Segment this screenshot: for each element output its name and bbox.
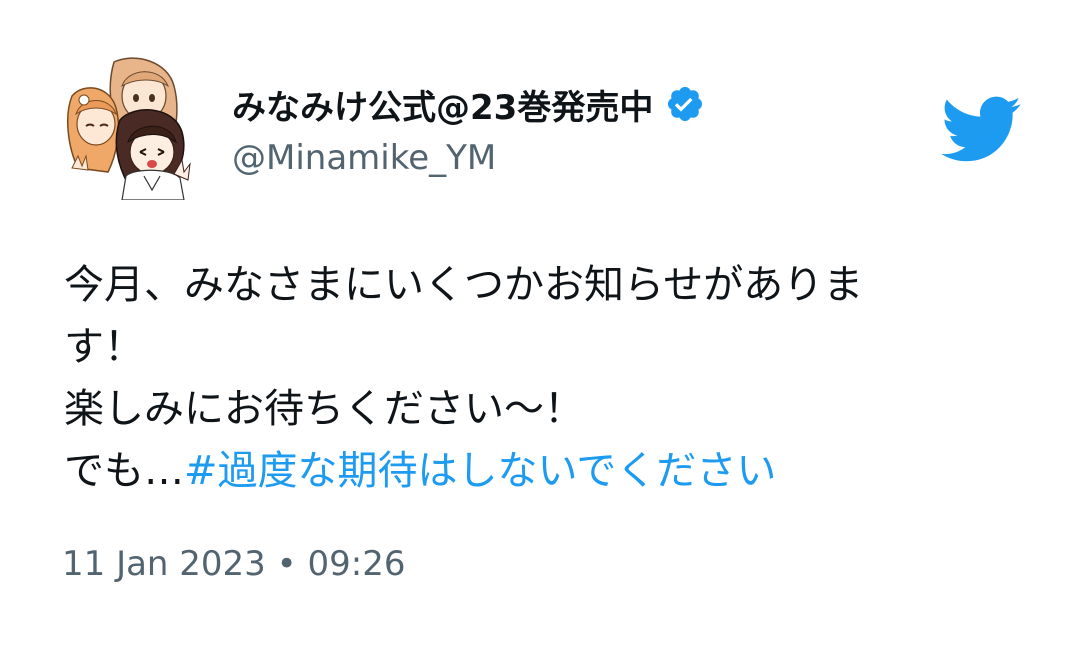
hashtag-link[interactable]: #過度な期待はしないでください [184,448,776,494]
tweet-text-line-with-hashtag: でも…#過度な期待はしないでください [64,440,1024,502]
verified-badge-icon [665,84,705,124]
author-name-row: みなみけ公式@23巻発売中 [232,80,705,128]
tweet-text-line: す！ [64,324,144,370]
tweet-timestamp[interactable]: 11 Jan 2023 • 09:26 [62,544,405,584]
twitter-bird-icon[interactable] [938,94,1022,164]
avatar[interactable] [64,56,204,201]
tweet-card: みなみけ公式@23巻発売中 @Minamike_YM 今月、みなさまにいくつかお… [0,0,1080,646]
author-handle[interactable]: @Minamike_YM [232,138,705,178]
tweet-text: 今月、みなさまにいくつかお知らせがありま す！ 楽しみにお待ちください〜！ でも… [64,254,1024,502]
author-display-name[interactable]: みなみけ公式@23巻発売中 [232,80,653,129]
tweet-text-prefix: でも… [64,448,184,494]
author-block[interactable]: みなみけ公式@23巻発売中 @Minamike_YM [232,80,705,178]
tweet-text-line: 楽しみにお待ちください〜！ [64,386,584,432]
manga-characters-avatar-icon [67,57,191,201]
tweet-text-line: 今月、みなさまにいくつかお知らせがありま [64,262,864,308]
